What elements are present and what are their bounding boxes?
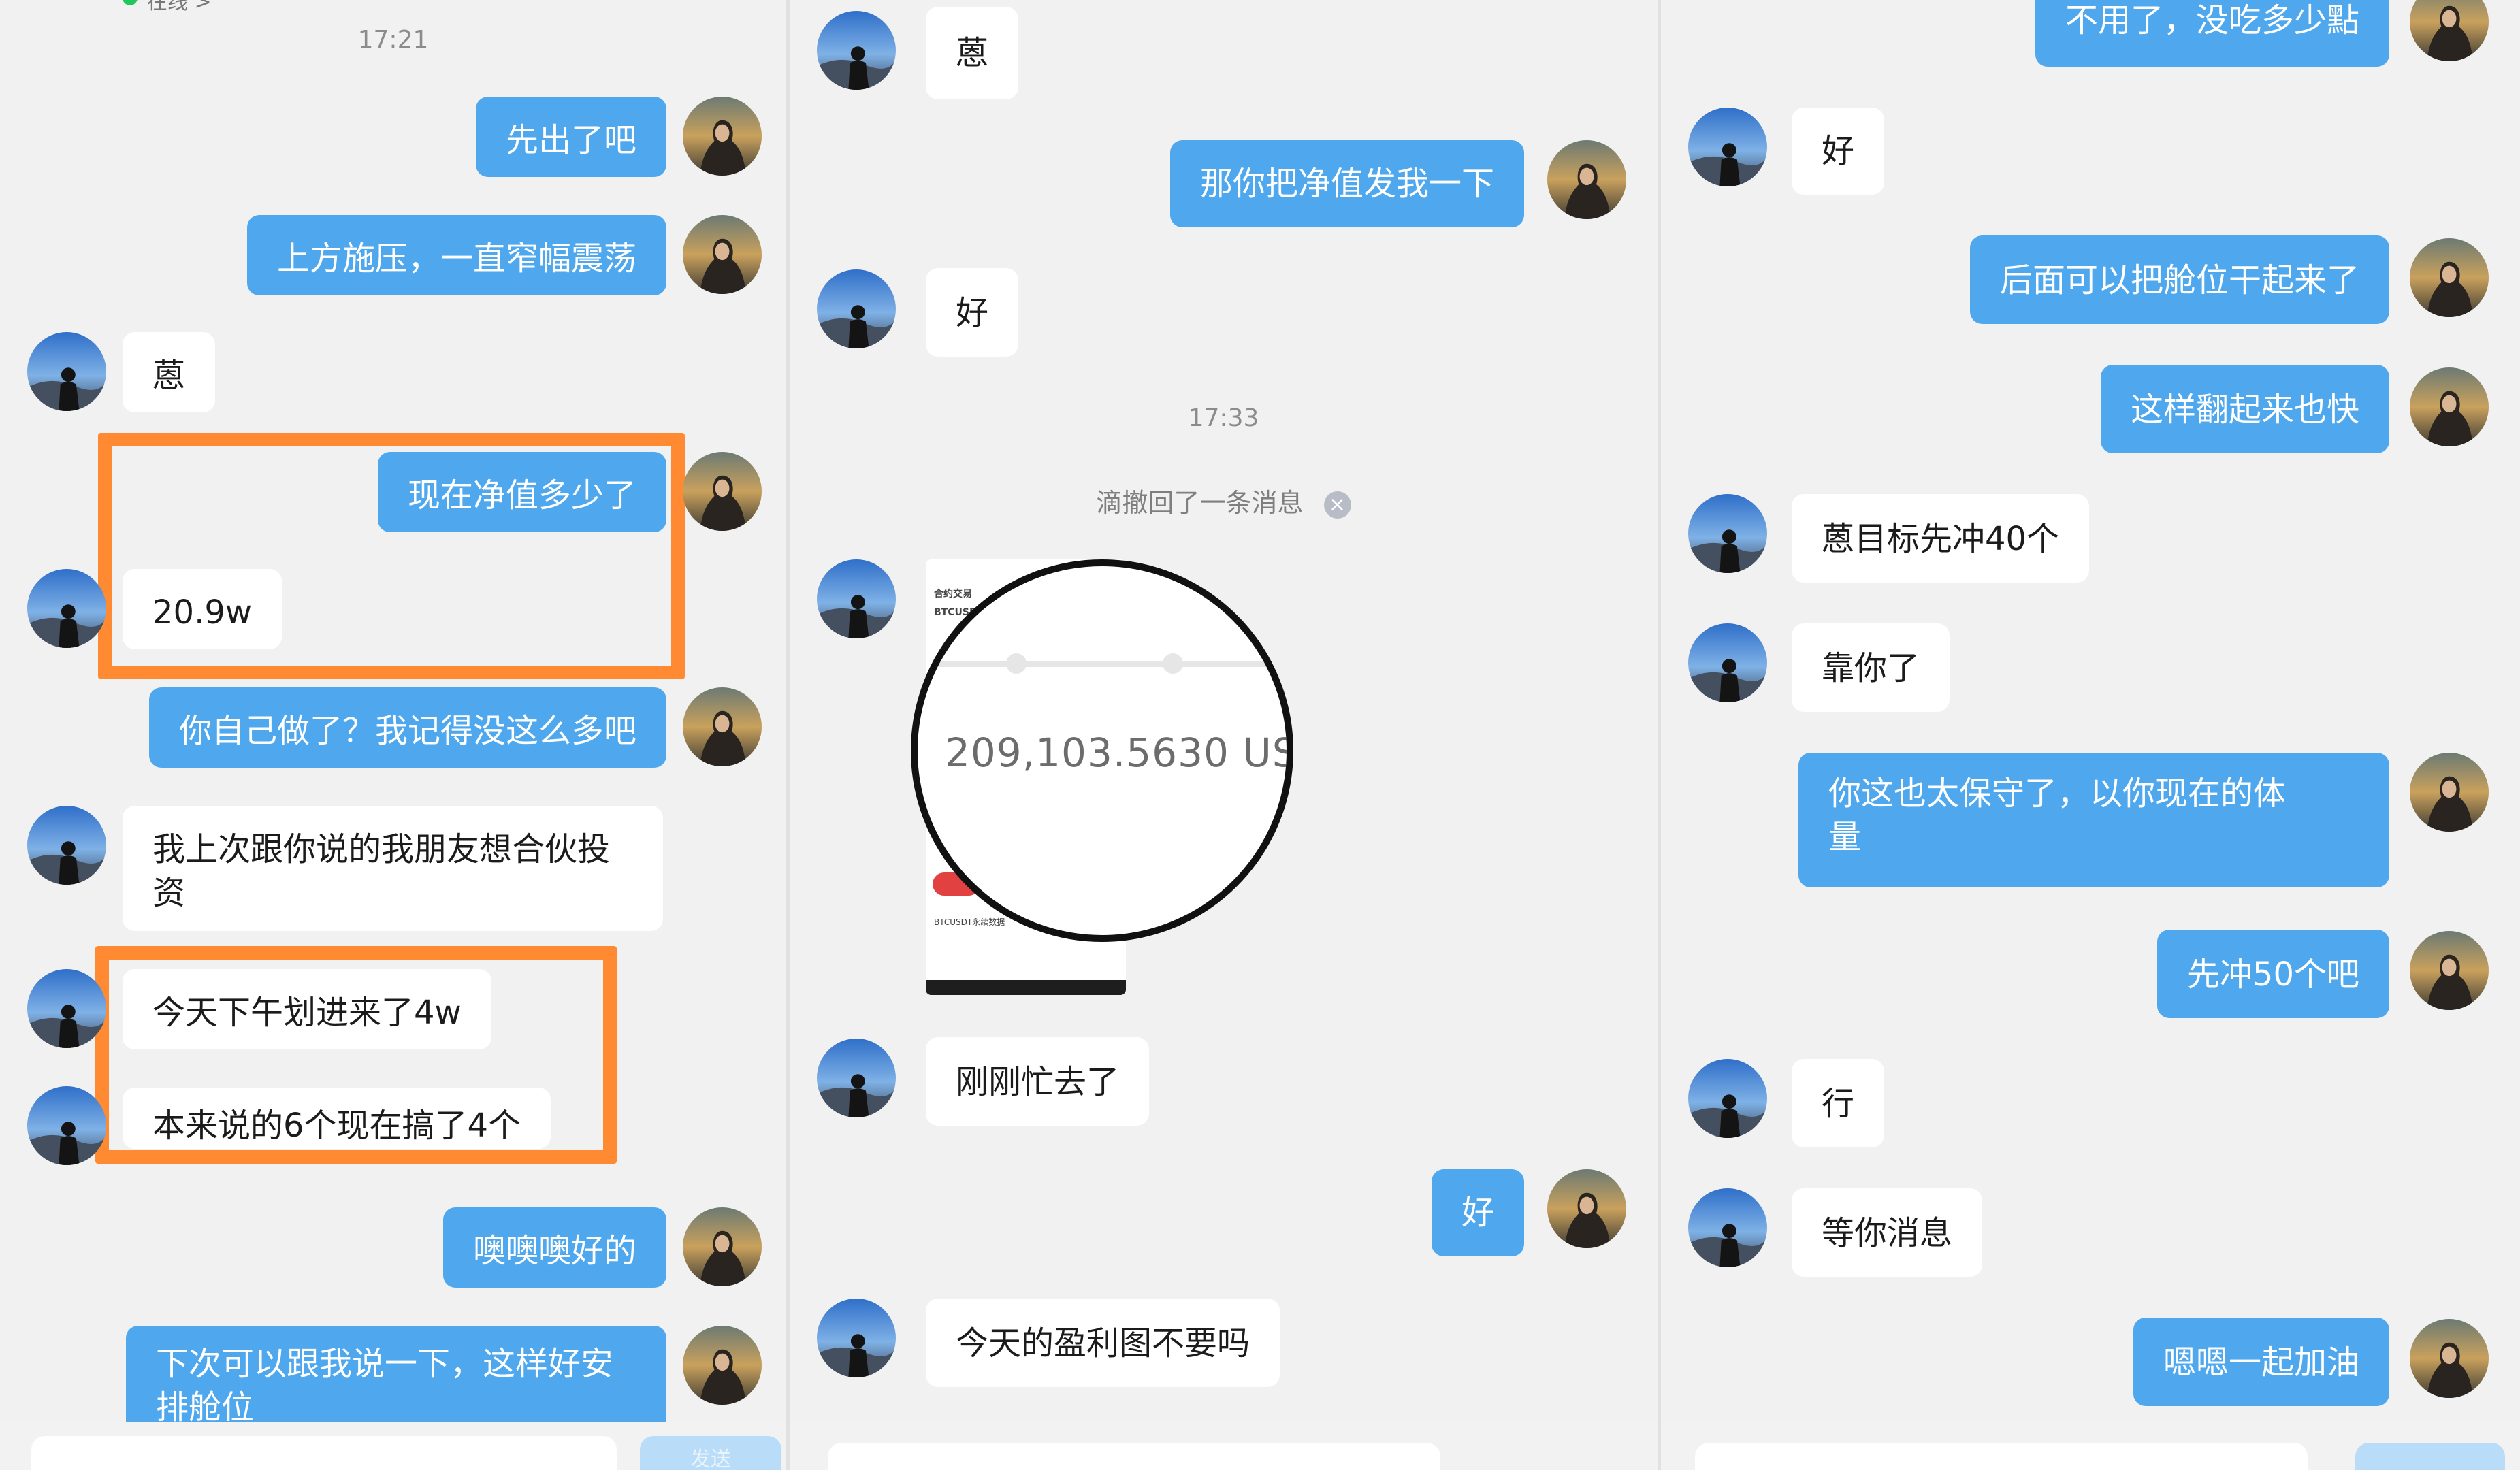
my-avatar[interactable] [1547,140,1626,219]
message-bubble-sent[interactable]: 好 [1431,1169,1524,1256]
image-title: 合约交易 [934,589,972,600]
my-avatar[interactable] [683,1207,762,1286]
message-input[interactable] [31,1436,617,1470]
message-bubble-sent[interactable]: 那你把净值发我一下 [1169,140,1524,227]
message-bubble-sent[interactable]: 上方施压，一直窄幅震荡 [246,215,666,295]
contact-avatar[interactable] [1688,494,1767,573]
message-input[interactable] [828,1443,1440,1470]
message-bubble-received[interactable]: 蒽 [926,7,1019,99]
message-bubble-received[interactable]: 好 [1792,108,1885,195]
message-bubble-sent[interactable]: 嗯嗯一起加油 [2133,1318,2389,1406]
contact-avatar[interactable] [817,1298,896,1377]
message-bubble-received[interactable]: 蒽目标先冲40个 [1792,494,2090,583]
magnifier-dot [1163,653,1183,674]
my-avatar[interactable] [2410,753,2489,832]
message-bubble-received[interactable]: 蒽 [123,332,216,412]
recall-notice-text: 滴撤回了一条消息 [1096,488,1304,518]
close-icon[interactable]: × [1323,491,1351,519]
contact-avatar[interactable] [27,806,106,885]
message-bubble-sent[interactable]: 现在净值多少了 [377,452,666,532]
contact-avatar[interactable] [1688,1059,1767,1138]
contact-avatar[interactable] [27,332,106,411]
message-bubble-received[interactable]: 今天的盈利图不要吗 [926,1298,1280,1387]
online-status-text: 在线 > [147,0,212,14]
my-avatar[interactable] [683,1326,762,1405]
message-bubble-received[interactable]: 靠你了 [1792,623,1950,712]
message-bubble-sent[interactable]: 噢噢噢好的 [442,1207,666,1288]
magnifier-dot [1006,653,1027,674]
my-avatar[interactable] [2410,0,2489,61]
chat-panel-1: 在线 > 17:21 先出了吧 上方施压，一直窄幅震荡 蒽 现在净值多少了 20… [0,0,786,1470]
contact-avatar[interactable] [817,270,896,348]
contact-avatar[interactable] [27,969,106,1048]
recall-notice: 滴撤回了一条消息 × [790,482,1658,519]
my-avatar[interactable] [2410,931,2489,1010]
message-bubble-received[interactable]: 20.9w [123,569,282,649]
message-bubble-sent[interactable]: 后面可以把舱位干起来了 [1969,235,2389,324]
message-bubble-received[interactable]: 好 [926,268,1019,357]
message-bubble-received[interactable]: 我上次跟你说的我朋友想合伙投 资 [123,806,663,931]
message-bubble-sent[interactable]: 先冲50个吧 [2156,930,2389,1018]
contact-avatar[interactable] [1688,1188,1767,1267]
message-bubble-sent[interactable]: 先出了吧 [475,97,666,177]
contact-avatar[interactable] [817,11,896,90]
contact-avatar[interactable] [817,1039,896,1117]
my-avatar[interactable] [683,215,762,294]
message-bubble-received[interactable]: 刚刚忙去了 [926,1037,1150,1126]
send-button[interactable]: 发送 [640,1436,781,1470]
image-bottom-bar [926,980,1126,995]
my-avatar[interactable] [683,97,762,176]
my-avatar[interactable] [1547,1169,1626,1248]
contact-avatar[interactable] [1688,623,1767,702]
my-avatar[interactable] [2410,368,2489,446]
message-bubble-received[interactable]: 行 [1792,1059,1885,1147]
contact-avatar[interactable] [27,569,106,648]
chat-panel-3: 不用了，没吃多少點 好 后面可以把舱位干起来了 这样翻起来也快 蒽目标先冲40个… [1661,0,2520,1470]
my-avatar[interactable] [683,687,762,766]
message-bubble-sent[interactable]: 这样翻起来也快 [2100,365,2389,453]
contact-avatar[interactable] [817,559,896,638]
message-input[interactable] [1695,1443,2308,1470]
my-avatar[interactable] [683,452,762,531]
contact-avatar[interactable] [27,1086,106,1165]
zoomed-net-value: 209,103.5630 USDT [945,730,1293,776]
message-bubble-sent[interactable]: 你自己做了？我记得没这么多吧 [148,687,666,768]
online-status-dot [123,0,138,5]
image-footer: BTCUSDT永续数据 [934,917,1005,927]
message-bubble-sent[interactable]: 你这也太保守了，以你现在的体 量 [1798,753,2389,887]
message-bubble-sent[interactable]: 不用了，没吃多少點 [2035,0,2389,67]
message-bubble-received[interactable]: 本来说的6个现在搞了4个 [123,1088,551,1149]
zoom-magnifier: 209,103.5630 USDT [911,559,1293,942]
contact-avatar[interactable] [1688,108,1767,186]
message-bubble-received[interactable]: 等你消息 [1792,1188,1983,1277]
my-avatar[interactable] [2410,238,2489,317]
message-bubble-received[interactable]: 今天下午划进来了4w [123,969,491,1049]
send-button[interactable] [2355,1443,2505,1470]
timestamp: 17:33 [1188,404,1259,432]
my-avatar[interactable] [2410,1319,2489,1398]
magnifier-progress-line [918,662,1287,667]
timestamp: 17:21 [357,26,429,54]
